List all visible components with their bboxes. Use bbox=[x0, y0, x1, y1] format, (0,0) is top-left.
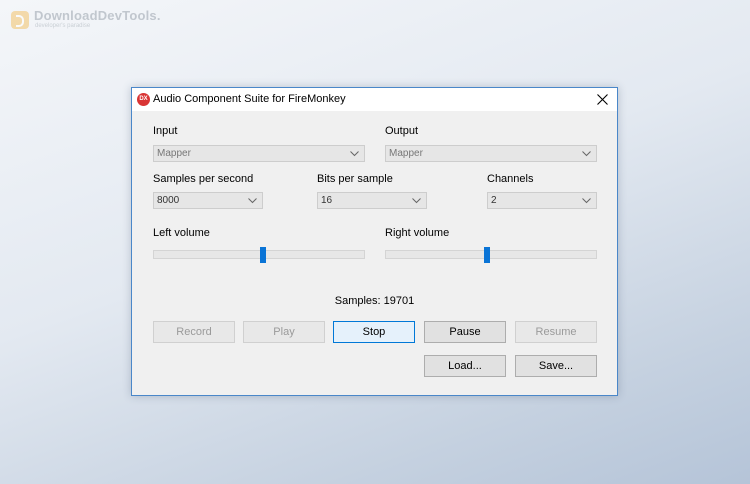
chevron-down-icon bbox=[350, 151, 359, 157]
record-button[interactable]: Record bbox=[153, 321, 235, 343]
channels-combo[interactable]: 2 bbox=[487, 192, 597, 209]
channels-label: Channels bbox=[487, 173, 534, 185]
left-volume-thumb[interactable] bbox=[260, 247, 266, 263]
app-window: DX Audio Component Suite for FireMonkey … bbox=[131, 87, 618, 396]
close-button[interactable] bbox=[587, 88, 617, 111]
right-volume-label: Right volume bbox=[385, 227, 450, 239]
watermark-subtitle: developer's paradise bbox=[35, 23, 91, 29]
samples-count: Samples: 19701 bbox=[334, 295, 415, 307]
load-button[interactable]: Load... bbox=[424, 355, 506, 377]
samples-per-second-value: 8000 bbox=[157, 195, 180, 206]
resume-button[interactable]: Resume bbox=[515, 321, 597, 343]
pause-button[interactable]: Pause bbox=[424, 321, 506, 343]
chevron-down-icon bbox=[582, 151, 591, 157]
output-combo-value: Mapper bbox=[389, 148, 423, 159]
watermark-logo-icon bbox=[11, 11, 29, 29]
output-label: Output bbox=[385, 125, 419, 137]
left-volume-slider[interactable] bbox=[153, 247, 365, 263]
app-icon: DX bbox=[137, 93, 150, 106]
stop-button[interactable]: Stop bbox=[333, 321, 415, 343]
input-combo[interactable]: Mapper bbox=[153, 145, 365, 162]
bits-per-sample-combo[interactable]: 16 bbox=[317, 192, 427, 209]
play-button[interactable]: Play bbox=[243, 321, 325, 343]
bits-per-sample-value: 16 bbox=[321, 195, 333, 206]
window-title: Audio Component Suite for FireMonkey bbox=[153, 93, 346, 105]
chevron-down-icon bbox=[582, 198, 591, 204]
input-combo-value: Mapper bbox=[157, 148, 191, 159]
input-label: Input bbox=[153, 125, 178, 137]
right-volume-thumb[interactable] bbox=[484, 247, 490, 263]
chevron-down-icon bbox=[248, 198, 257, 204]
watermark: DownloadDevTools. developer's paradise bbox=[11, 9, 161, 29]
channels-value: 2 bbox=[491, 195, 497, 206]
close-icon bbox=[597, 94, 608, 105]
right-volume-slider[interactable] bbox=[385, 247, 597, 263]
watermark-title: DownloadDevTools. bbox=[34, 8, 161, 23]
bits-per-sample-label: Bits per sample bbox=[317, 173, 393, 185]
samples-per-second-combo[interactable]: 8000 bbox=[153, 192, 263, 209]
title-bar[interactable]: DX Audio Component Suite for FireMonkey bbox=[132, 88, 617, 111]
left-volume-label: Left volume bbox=[153, 227, 210, 239]
samples-per-second-label: Samples per second bbox=[153, 173, 254, 185]
output-combo[interactable]: Mapper bbox=[385, 145, 597, 162]
save-button[interactable]: Save... bbox=[515, 355, 597, 377]
chevron-down-icon bbox=[412, 198, 421, 204]
